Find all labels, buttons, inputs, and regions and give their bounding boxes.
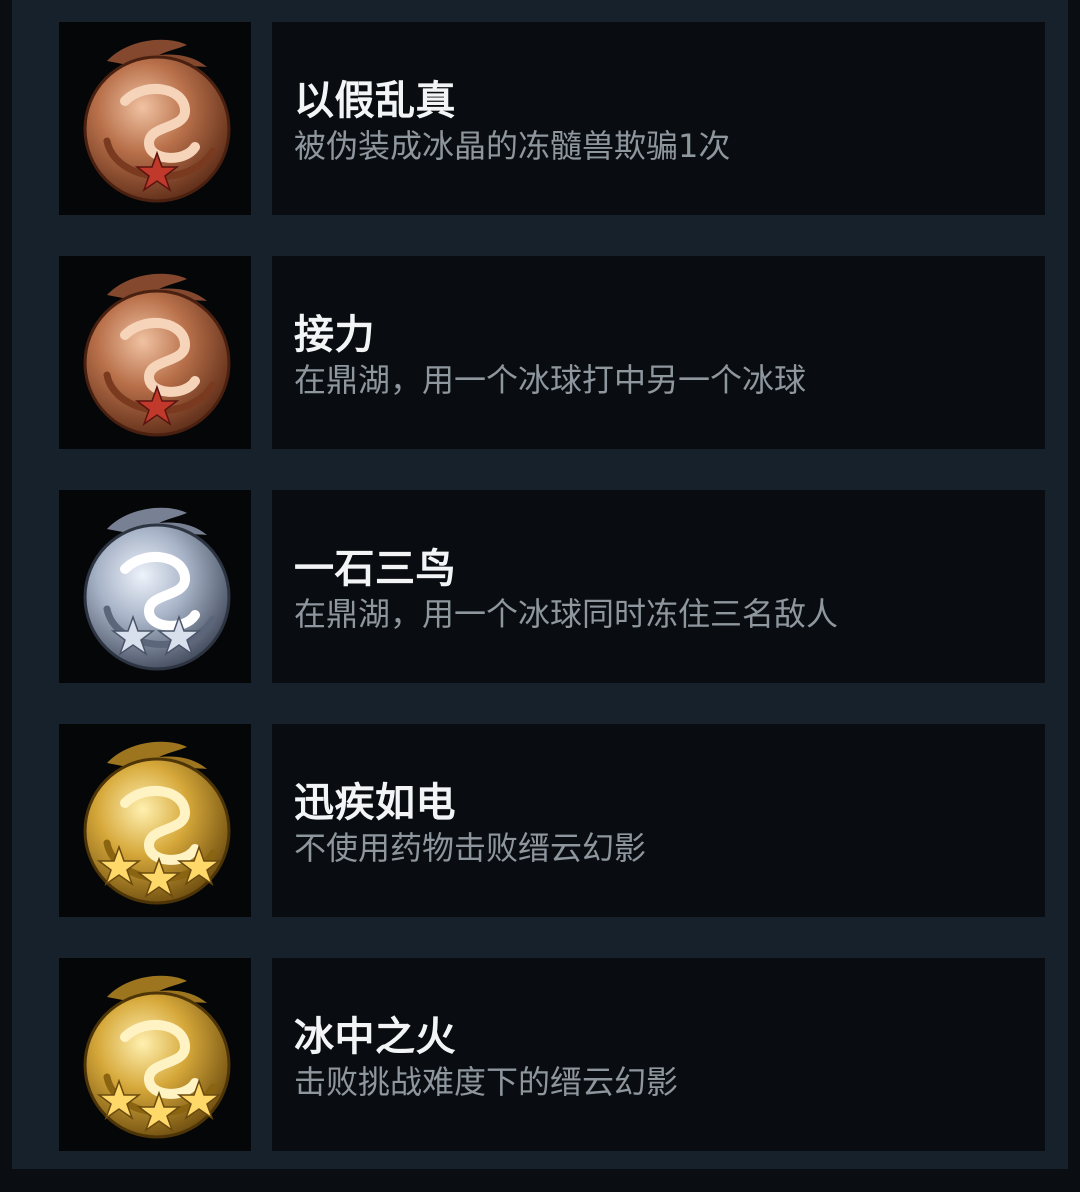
achievement-list: 以假乱真 被伪装成冰晶的冻髓兽欺骗1次 接力 在鼎湖，用一个冰球打中另一个冰球 … — [59, 22, 1045, 1192]
achievement-description: 被伪装成冰晶的冻髓兽欺骗1次 — [294, 126, 731, 165]
achievement-title: 以假乱真 — [294, 77, 456, 124]
achievement-item[interactable]: 一石三鸟 在鼎湖，用一个冰球同时冻住三名敌人 — [59, 490, 1045, 683]
bronze-dragon-medal-icon — [83, 273, 231, 436]
achievement-title: 冰中之火 — [294, 1013, 456, 1060]
achievement-card[interactable]: 冰中之火 击败挑战难度下的缙云幻影 — [272, 958, 1045, 1151]
achievement-item[interactable]: 接力 在鼎湖，用一个冰球打中另一个冰球 — [59, 256, 1045, 449]
achievement-description: 在鼎湖，用一个冰球打中另一个冰球 — [294, 360, 807, 399]
badge-frame[interactable] — [59, 958, 251, 1151]
achievement-card[interactable]: 接力 在鼎湖，用一个冰球打中另一个冰球 — [272, 256, 1045, 449]
achievement-description: 不使用药物击败缙云幻影 — [294, 828, 647, 867]
gold-dragon-medal-icon — [83, 975, 231, 1138]
achievement-item[interactable]: 以假乱真 被伪装成冰晶的冻髓兽欺骗1次 — [59, 22, 1045, 215]
badge-frame[interactable] — [59, 256, 251, 449]
achievement-title: 一石三鸟 — [294, 545, 456, 592]
silver-dragon-medal-icon — [83, 507, 231, 670]
badge-frame[interactable] — [59, 724, 251, 917]
gold-dragon-medal-icon — [83, 741, 231, 904]
badge-frame[interactable] — [59, 22, 251, 215]
achievement-panel: 以假乱真 被伪装成冰晶的冻髓兽欺骗1次 接力 在鼎湖，用一个冰球打中另一个冰球 … — [12, 0, 1068, 1169]
achievement-card[interactable]: 以假乱真 被伪装成冰晶的冻髓兽欺骗1次 — [272, 22, 1045, 215]
achievement-title: 接力 — [294, 311, 375, 358]
bronze-dragon-medal-icon — [83, 39, 231, 202]
achievement-card[interactable]: 迅疾如电 不使用药物击败缙云幻影 — [272, 724, 1045, 917]
achievement-title: 迅疾如电 — [294, 779, 456, 826]
achievement-item[interactable]: 冰中之火 击败挑战难度下的缙云幻影 — [59, 958, 1045, 1151]
achievement-description: 击败挑战难度下的缙云幻影 — [294, 1062, 679, 1101]
achievement-item[interactable]: 迅疾如电 不使用药物击败缙云幻影 — [59, 724, 1045, 917]
achievement-description: 在鼎湖，用一个冰球同时冻住三名敌人 — [294, 594, 839, 633]
badge-frame[interactable] — [59, 490, 251, 683]
achievement-card[interactable]: 一石三鸟 在鼎湖，用一个冰球同时冻住三名敌人 — [272, 490, 1045, 683]
